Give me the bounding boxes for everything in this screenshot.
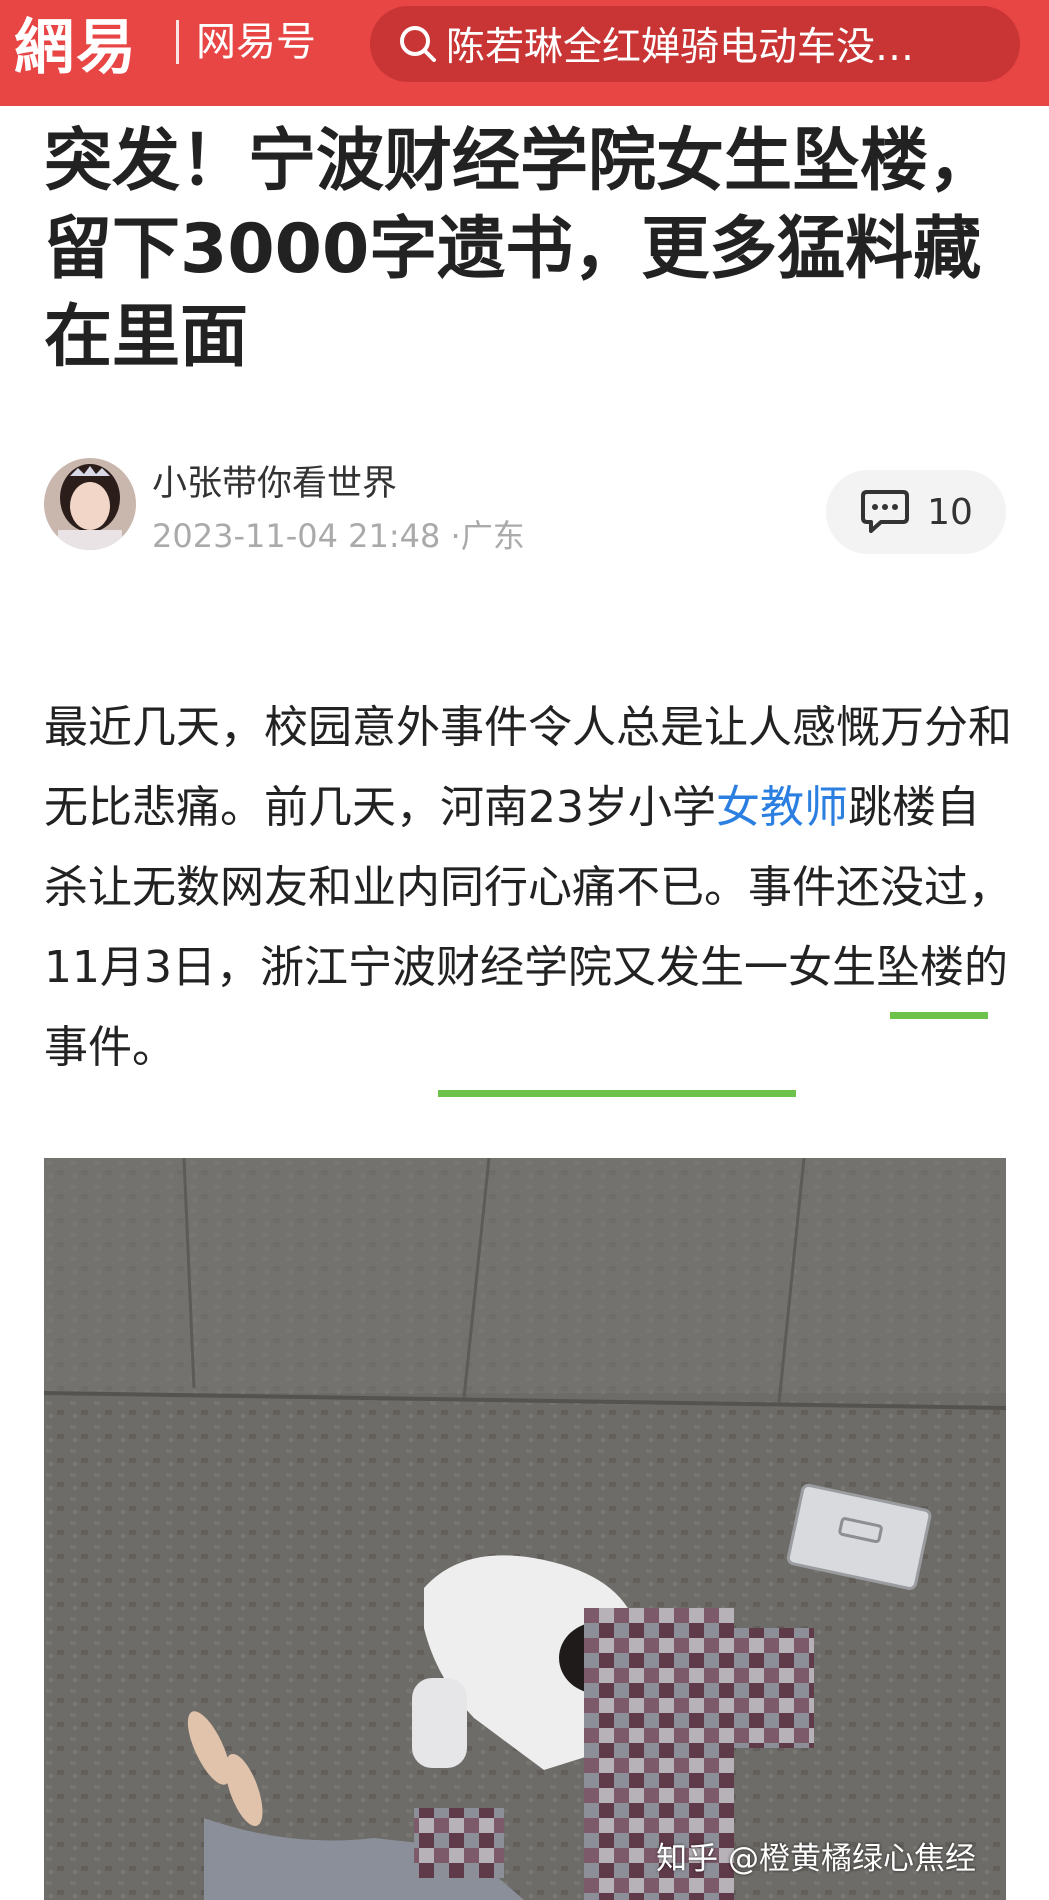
comment-icon [861,490,910,533]
post-location: ·广东 [450,517,525,555]
author-name[interactable]: 小张带你看世界 [152,460,397,508]
avatar-icon [44,458,136,550]
post-meta: 2023-11-04 21:48 ·广东 [152,514,525,558]
channel-label[interactable]: 网易号 [196,14,316,70]
article-paragraph: 最近几天，校园意外事件令人总是让人感慨万分和无比悲痛。前几天，河南23岁小学女教… [44,688,1014,1088]
article-photo[interactable]: 知乎 @橙黄橘绿心焦经 [44,1158,1006,1900]
netease-logo[interactable]: 網易 [14,8,138,88]
photo-watermark: 知乎 @橙黄橘绿心焦经 [656,1841,976,1877]
post-date: 2023-11-04 21:48 [152,517,441,555]
search-placeholder: 陈若琳全红婵骑电动车没… [446,25,915,70]
keyword-link[interactable]: 女教师 [716,782,848,833]
top-bar: 網易 网易号 陈若琳全红婵骑电动车没… [0,0,1049,106]
header-divider [176,20,179,64]
annotation-underline [438,1090,796,1097]
article-title: 突发！宁波财经学院女生坠楼，留下3000字遗书，更多猛料藏在里面 [44,122,997,377]
comment-count: 10 [927,491,973,533]
annotation-underline [890,1012,988,1019]
avatar[interactable] [44,458,136,550]
search-bar[interactable]: 陈若琳全红婵骑电动车没… [370,6,1020,82]
search-icon [400,26,436,62]
comment-button[interactable]: 10 [826,470,1006,554]
photo-illustration [44,1158,1006,1900]
